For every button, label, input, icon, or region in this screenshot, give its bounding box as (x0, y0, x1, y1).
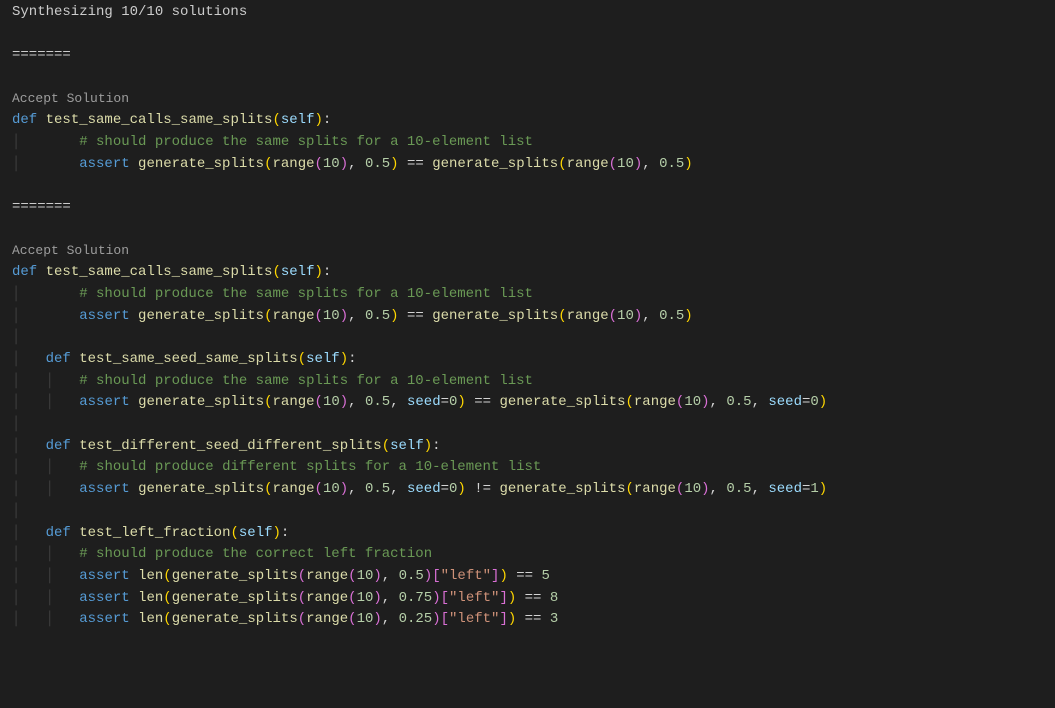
assert-line: │ │ assert len(generate_splits(range(10)… (12, 609, 1055, 631)
solution-separator: ======= (12, 197, 1055, 219)
assert-line: │ assert generate_splits(range(10), 0.5)… (12, 306, 1055, 328)
blank-line (12, 176, 1055, 198)
function-def: def test_same_calls_same_splits(self): (12, 262, 1055, 284)
blank-line: │ (12, 501, 1055, 523)
comment-line: │ │ # should produce different splits fo… (12, 457, 1055, 479)
assert-line: │ │ assert len(generate_splits(range(10)… (12, 588, 1055, 610)
comment-line: │ │ # should produce the same splits for… (12, 371, 1055, 393)
comment-line: │ │ # should produce the correct left fr… (12, 544, 1055, 566)
blank-line: │ (12, 327, 1055, 349)
function-def: │ def test_left_fraction(self): (12, 523, 1055, 545)
blank-line (12, 219, 1055, 241)
comment-line: │ # should produce the same splits for a… (12, 284, 1055, 306)
status-line: Synthesizing 10/10 solutions (12, 2, 1055, 24)
assert-line: │ assert generate_splits(range(10), 0.5)… (12, 154, 1055, 176)
solution-separator: ======= (12, 45, 1055, 67)
assert-line: │ │ assert generate_splits(range(10), 0.… (12, 479, 1055, 501)
function-def: │ def test_same_seed_same_splits(self): (12, 349, 1055, 371)
assert-line: │ │ assert len(generate_splits(range(10)… (12, 566, 1055, 588)
function-def: │ def test_different_seed_different_spli… (12, 436, 1055, 458)
code-editor[interactable]: Synthesizing 10/10 solutions ======= Acc… (12, 2, 1055, 631)
blank-line: │ (12, 414, 1055, 436)
blank-line (12, 24, 1055, 46)
function-def: def test_same_calls_same_splits(self): (12, 110, 1055, 132)
comment-line: │ # should produce the same splits for a… (12, 132, 1055, 154)
blank-line (12, 67, 1055, 89)
assert-line: │ │ assert generate_splits(range(10), 0.… (12, 392, 1055, 414)
accept-solution-link[interactable]: Accept Solution (12, 241, 1055, 263)
accept-solution-link[interactable]: Accept Solution (12, 89, 1055, 111)
